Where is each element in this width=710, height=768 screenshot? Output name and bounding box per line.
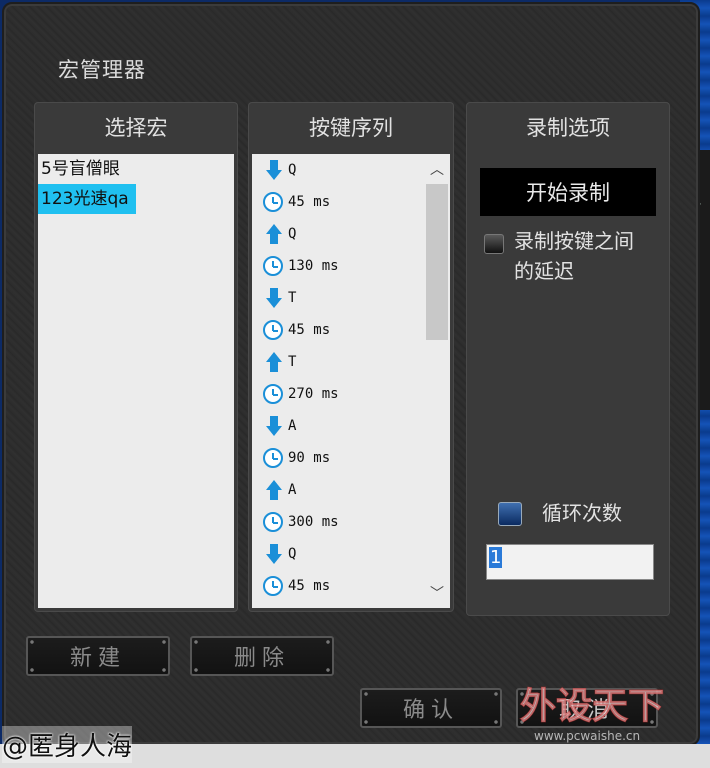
sequence-row-icon (258, 158, 288, 182)
sequence-row[interactable]: Q (258, 218, 418, 250)
clock-icon (263, 448, 283, 468)
loop-count-input[interactable]: 1 (486, 544, 654, 580)
macro-manager-window: 宏管理器 选择宏 5号盲僧眼 123光速qa 按键序列 Q 45 ms Q 130 ms… (2, 2, 700, 746)
record-options-header: 录制选项 (526, 116, 610, 140)
sequence-row-text: 90 ms (288, 450, 331, 466)
sequence-row-text: A (288, 418, 297, 434)
sequence-row-icon (258, 318, 288, 342)
sequence-row[interactable]: 45 ms (258, 570, 418, 602)
sequence-row-text: A (288, 482, 297, 498)
macro-list-item[interactable]: 5号盲僧眼 (38, 154, 234, 184)
clock-icon (263, 320, 283, 340)
record-delay-checkbox[interactable] (484, 234, 504, 254)
site-logo-watermark: 外设天下 www.pcwaishe.cn (520, 686, 665, 744)
loop-label: 循环次数 (542, 501, 622, 525)
sequence-row[interactable]: T (258, 346, 418, 378)
sequence-row-text: Q (288, 162, 297, 178)
sequence-row[interactable]: A (258, 474, 418, 506)
sequence-row-icon (258, 190, 288, 214)
site-logo-text: 外设天下 (520, 686, 664, 727)
loop-checkbox[interactable] (498, 502, 522, 526)
sequence-scrollbar[interactable]: ︿ ﹀ (424, 154, 450, 608)
sequence-row[interactable]: T (258, 282, 418, 314)
window-title: 宏管理器 (58, 58, 146, 82)
sequence-row-icon (258, 446, 288, 470)
record-options-panel: 录制选项 开始录制 录制按键之间 的延迟 循环次数 (466, 102, 670, 616)
key-sequence-panel: 按键序列 Q 45 ms Q 130 ms T 45 ms T 270 ms A 90 ms A 30… (248, 102, 454, 612)
record-delay-label: 录制按键之间 的延迟 (514, 226, 634, 286)
sequence-row-icon (258, 254, 288, 278)
sequence-row-icon (258, 542, 288, 566)
sequence-row-text: T (288, 290, 297, 306)
clock-icon (263, 256, 283, 276)
sequence-row-text: 45 ms (288, 578, 331, 594)
sequence-row-icon (258, 478, 288, 502)
clock-icon (263, 576, 283, 596)
sequence-row-text: 270 ms (288, 386, 339, 402)
scroll-thumb[interactable] (426, 184, 448, 340)
sequence-row-icon (258, 574, 288, 598)
clock-icon (263, 192, 283, 212)
sequence-row-text: 300 ms (288, 514, 339, 530)
site-url-text: www.pcwaishe.cn (534, 729, 640, 743)
record-delay-label-line2: 的延迟 (514, 259, 574, 283)
sequence-row-icon (258, 286, 288, 310)
sequence-row-icon (258, 414, 288, 438)
sequence-row-text: 45 ms (288, 322, 331, 338)
confirm-button[interactable]: 确认 (360, 688, 502, 728)
clock-icon (263, 512, 283, 532)
sequence-row-text: T (288, 354, 297, 370)
sequence-row-icon (258, 350, 288, 374)
loop-count-value: 1 (489, 547, 503, 568)
select-macro-header: 选择宏 (104, 116, 168, 140)
sequence-row[interactable]: 130 ms (258, 250, 418, 282)
sequence-row[interactable]: 45 ms (258, 186, 418, 218)
scroll-up-button[interactable]: ︿ (424, 154, 450, 184)
sequence-row[interactable]: 300 ms (258, 506, 418, 538)
start-record-button[interactable]: 开始录制 (480, 168, 656, 216)
macro-list[interactable]: 5号盲僧眼 123光速qa (38, 154, 234, 608)
delete-macro-button[interactable]: 删除 (190, 636, 334, 676)
sequence-row-icon (258, 510, 288, 534)
sequence-row[interactable]: 270 ms (258, 378, 418, 410)
sequence-row-icon (258, 222, 288, 246)
new-macro-button[interactable]: 新建 (26, 636, 170, 676)
sequence-row-text: Q (288, 226, 297, 242)
select-macro-panel: 选择宏 5号盲僧眼 123光速qa (34, 102, 238, 612)
key-sequence-list[interactable]: Q 45 ms Q 130 ms T 45 ms T 270 ms A 90 ms A 300 ms Q… (252, 154, 450, 608)
clock-icon (263, 384, 283, 404)
scroll-down-button[interactable]: ﹀ (424, 578, 450, 608)
user-watermark: @匿身人海 (2, 726, 133, 763)
sequence-row[interactable]: Q (258, 538, 418, 570)
sequence-row[interactable]: Q (258, 154, 418, 186)
sequence-row-text: Q (288, 546, 297, 562)
sequence-row-text: 130 ms (288, 258, 339, 274)
macro-list-item[interactable]: 123光速qa (38, 184, 136, 214)
sequence-row-icon (258, 382, 288, 406)
sequence-row[interactable]: 45 ms (258, 314, 418, 346)
sequence-row-text: 45 ms (288, 194, 331, 210)
sequence-row[interactable]: A (258, 410, 418, 442)
key-sequence-header: 按键序列 (309, 116, 393, 140)
record-delay-label-line1: 录制按键之间 (514, 229, 634, 253)
sequence-row[interactable]: 90 ms (258, 442, 418, 474)
